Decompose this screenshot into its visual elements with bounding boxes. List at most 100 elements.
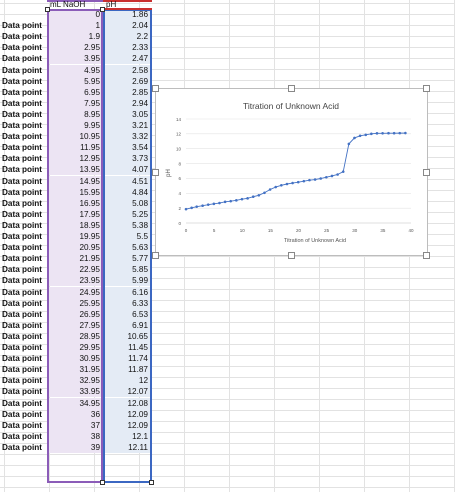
row-label-cell[interactable]: Data point xyxy=(2,264,48,275)
data-point-marker xyxy=(336,173,339,176)
row-label-cell[interactable]: Data point xyxy=(2,98,48,109)
chart-y-axis-title: pH xyxy=(166,169,172,177)
row-label-cell[interactable]: Data point xyxy=(2,76,48,87)
data-point-marker xyxy=(353,136,356,140)
chart-resize-handle-bottom[interactable] xyxy=(288,252,295,259)
row-label-cell[interactable]: Data point xyxy=(2,65,48,76)
data-point-marker xyxy=(341,170,345,173)
row-label-cell[interactable]: Data point xyxy=(2,287,48,298)
ph-selection-handle-bottom[interactable] xyxy=(149,480,154,485)
data-point-marker xyxy=(229,199,233,203)
row-label-cell[interactable]: Data point xyxy=(2,198,48,209)
row-label-cell[interactable]: Data point xyxy=(2,220,48,231)
row-label-cell[interactable]: Data point xyxy=(2,253,48,264)
row-label-cell[interactable]: Data point xyxy=(2,431,48,442)
row-label-cell[interactable]: Data point xyxy=(2,398,48,409)
row-label-cell[interactable]: Data point xyxy=(2,153,48,164)
y-tick-label: 0 xyxy=(178,221,181,226)
data-point-marker xyxy=(296,180,300,184)
x-tick-label: 10 xyxy=(240,228,246,233)
chart-resize-handle-top-right[interactable] xyxy=(423,85,430,92)
data-point-marker xyxy=(251,195,255,199)
row-label-cell[interactable]: Data point xyxy=(2,131,48,142)
row-label-cell[interactable]: Data point xyxy=(2,275,48,286)
y-tick-label: 4 xyxy=(178,191,181,196)
naoh-selection-handle-top[interactable] xyxy=(45,7,50,12)
y-tick-label: 12 xyxy=(176,132,182,137)
y-tick-label: 2 xyxy=(178,206,181,211)
x-tick-label: 40 xyxy=(408,228,414,233)
ph-range-selection[interactable] xyxy=(103,9,152,483)
data-point-marker xyxy=(347,142,351,146)
data-point-marker xyxy=(375,132,379,135)
chart-resize-handle-bottom-left[interactable] xyxy=(152,252,159,259)
data-point-marker xyxy=(291,181,294,185)
data-point-marker xyxy=(246,197,249,200)
naoh-range-selection[interactable] xyxy=(47,9,103,483)
row-label-cell[interactable]: Data point xyxy=(2,409,48,420)
chart-resize-handle-left[interactable] xyxy=(152,169,159,176)
data-point-marker xyxy=(201,204,204,207)
row-label-cell[interactable]: Data point xyxy=(2,320,48,331)
row-label-cell[interactable]: Data point xyxy=(2,20,48,31)
data-point-marker xyxy=(308,178,311,182)
row-label-cell[interactable]: Data point xyxy=(2,420,48,431)
naoh-selection-handle-bottom[interactable] xyxy=(100,480,105,485)
series-line xyxy=(185,132,406,210)
row-label-cell[interactable]: Data point xyxy=(2,142,48,153)
data-point-marker xyxy=(313,178,317,181)
row-label-cell[interactable]: Data point xyxy=(2,309,48,320)
row-label-cell[interactable]: Data point xyxy=(2,231,48,242)
row-label-cell[interactable]: Data point xyxy=(2,364,48,375)
row-label-cell[interactable]: Data point xyxy=(2,31,48,42)
data-point-marker xyxy=(263,191,266,195)
row-label-cell[interactable]: Data point xyxy=(2,442,48,453)
row-label-cell[interactable]: Data point xyxy=(2,331,48,342)
row-label-cell[interactable]: Data point xyxy=(2,187,48,198)
x-tick-label: 30 xyxy=(352,228,358,233)
x-tick-label: 25 xyxy=(324,228,330,233)
row-label-cell[interactable]: Data point xyxy=(2,298,48,309)
chart-title: Titration of Unknown Acid xyxy=(243,101,339,111)
row-label-cell[interactable]: Data point xyxy=(2,242,48,253)
row-label-cell[interactable]: Data point xyxy=(2,209,48,220)
data-point-marker xyxy=(387,131,390,135)
data-point-marker xyxy=(195,205,198,208)
chart-svg: Titration of Unknown Acid pH Titration o… xyxy=(166,101,414,244)
data-point-marker xyxy=(274,185,278,189)
spreadsheet-grid[interactable]: mL NaOH pH 0 1.86 Data point 1 2.04 Data poin… xyxy=(0,0,455,492)
row-label-cell[interactable]: Data point xyxy=(2,353,48,364)
data-point-marker xyxy=(319,177,323,180)
row-label-cell[interactable]: Data point xyxy=(2,53,48,64)
row-label-cell[interactable]: Data point xyxy=(2,342,48,353)
row-label-cell[interactable]: Data point xyxy=(2,42,48,53)
row-label-cell[interactable]: Data point xyxy=(2,109,48,120)
row-label-cell[interactable]: Data point xyxy=(2,375,48,386)
chart-resize-handle-top[interactable] xyxy=(288,85,295,92)
data-point-marker xyxy=(235,199,238,202)
data-point-marker xyxy=(240,197,244,201)
header-naoh[interactable]: mL NaOH xyxy=(50,0,85,9)
row-label-cell[interactable]: Data point xyxy=(2,164,48,175)
data-point-marker xyxy=(212,202,216,206)
data-point-marker xyxy=(280,183,283,187)
data-point-marker xyxy=(257,193,261,197)
x-tick-label: 5 xyxy=(213,228,216,233)
chart-resize-handle-bottom-right[interactable] xyxy=(423,252,430,259)
row-label-cell[interactable]: Data point xyxy=(2,87,48,98)
y-tick-label: 10 xyxy=(176,147,182,152)
chart-resize-handle-right[interactable] xyxy=(423,169,430,176)
chart-resize-handle-top-left[interactable] xyxy=(152,85,159,92)
y-tick-label: 14 xyxy=(176,117,182,122)
chart-object[interactable]: Titration of Unknown Acid pH Titration o… xyxy=(152,85,430,259)
data-point-marker xyxy=(392,131,396,135)
x-tick-label: 15 xyxy=(268,228,274,233)
data-point-marker xyxy=(364,133,368,137)
ph-selection-handle-top[interactable] xyxy=(100,7,105,12)
y-tick-label: 8 xyxy=(178,161,181,166)
data-point-marker xyxy=(206,203,210,206)
row-label-cell[interactable]: Data point xyxy=(2,386,48,397)
row-label-cell[interactable]: Data point xyxy=(2,176,48,187)
row-label-cell[interactable]: Data point xyxy=(2,120,48,131)
data-point-marker xyxy=(370,132,373,136)
